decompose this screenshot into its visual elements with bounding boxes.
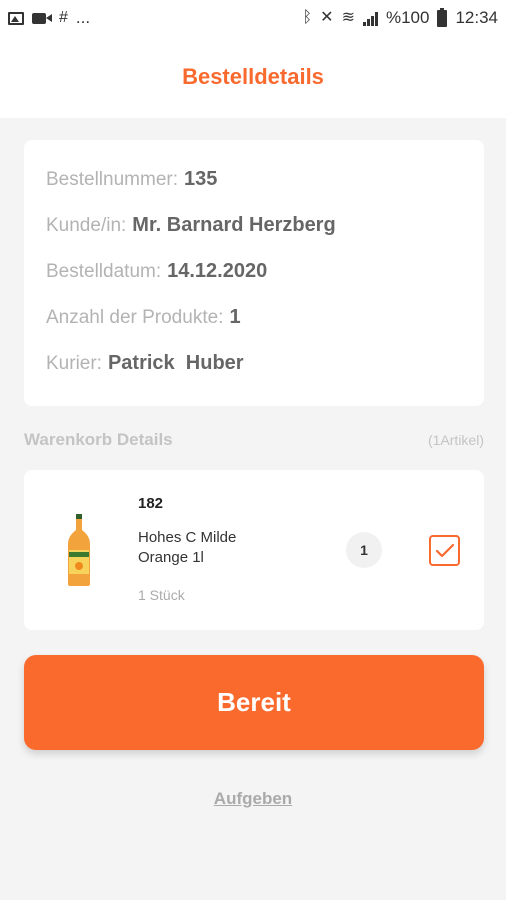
- signal-icon: [362, 11, 378, 26]
- clock: 12:34: [455, 8, 498, 27]
- battery-percent: %100: [385, 8, 430, 27]
- more-notifications: ...: [75, 8, 91, 27]
- product-unit: 1 Stück: [138, 587, 185, 603]
- wifi-icon: ≋: [341, 9, 355, 26]
- app-header: Bestelldetails: [0, 36, 506, 118]
- image-notification-icon: [8, 11, 24, 25]
- page-title: Bestelldetails: [182, 64, 324, 89]
- product-image: [68, 514, 90, 586]
- ready-button[interactable]: Bereit: [24, 655, 484, 750]
- video-notification-icon: [32, 12, 52, 24]
- product-count-row: Anzahl der Produkte: 1: [46, 306, 462, 352]
- order-number-value: 135: [184, 168, 218, 190]
- status-bar-right: ᛒ ✕ ≋ %100 12:34: [302, 7, 498, 28]
- item-checkbox[interactable]: [429, 535, 460, 566]
- cart-item-count: (1Artikel): [427, 432, 484, 448]
- order-number-label: Bestellnummer:: [46, 169, 178, 190]
- courier-value: Patrick Huber: [107, 352, 244, 374]
- mute-icon: ✕: [320, 9, 334, 26]
- product-id: 182: [138, 495, 164, 512]
- customer-value: Mr. Barnard Herzberg: [132, 214, 336, 236]
- product-name: Hohes C Milde Orange 1l: [138, 529, 237, 566]
- quantity-badge: 1: [346, 532, 382, 568]
- checkmark-icon: [435, 543, 454, 557]
- customer-row: Kunde/in: Mr. Barnard Herzberg: [46, 214, 462, 260]
- bluetooth-icon: ᛒ: [302, 9, 313, 26]
- courier-label: Kurier:: [46, 353, 102, 374]
- cart-section-header: Warenkorb Details (1Artikel): [24, 430, 484, 450]
- courier-row: Kurier: Patrick Huber: [46, 352, 462, 398]
- order-number-row: Bestellnummer: 135: [46, 168, 462, 214]
- give-up-link[interactable]: Aufgeben: [0, 789, 506, 809]
- order-date-row: Bestelldatum: 14.12.2020: [46, 260, 462, 306]
- customer-label: Kunde/in:: [46, 215, 127, 236]
- order-info-card: Bestellnummer: 135 Kunde/in: Mr. Barnard…: [24, 140, 484, 406]
- order-date-value: 14.12.2020: [167, 260, 268, 282]
- order-date-label: Bestelldatum:: [46, 261, 162, 282]
- product-count-label: Anzahl der Produkte:: [46, 307, 224, 328]
- battery-icon: [437, 7, 448, 27]
- status-bar-left: # ...: [8, 8, 90, 28]
- product-count-value: 1: [229, 306, 241, 328]
- cart-section-title: Warenkorb Details: [24, 430, 173, 449]
- slack-notification-icon: #: [59, 9, 68, 26]
- status-bar: # ... ᛒ ✕ ≋ %100 12:34: [0, 0, 506, 36]
- cart-item-card: 182 Hohes C Milde Orange 1l 1 Stück 1: [24, 470, 484, 630]
